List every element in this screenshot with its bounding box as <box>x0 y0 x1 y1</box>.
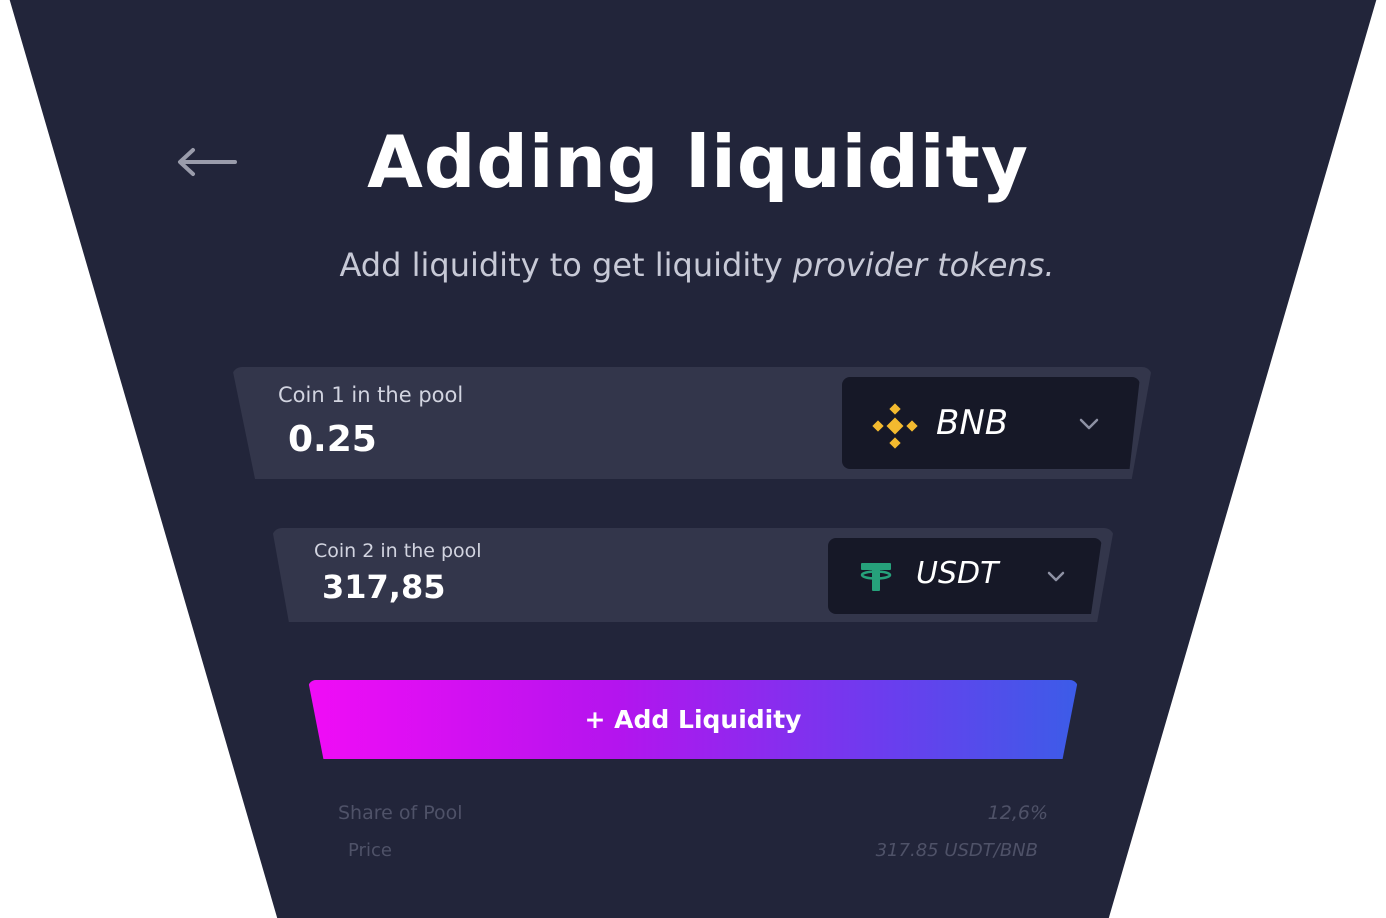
coin1-token-name: BNB <box>936 403 1009 443</box>
liquidity-card: Adding liquidity Add liquidity to get li… <box>9 0 1377 918</box>
page-subtitle: Add liquidity to get liquidity provider … <box>10 246 1377 284</box>
coin1-row: Coin 1 in the pool BNB <box>232 367 1152 479</box>
screen: Adding liquidity Add liquidity to get li… <box>0 0 1386 918</box>
share-of-pool-value: 12,6% <box>987 802 1048 824</box>
coin1-amount-input[interactable] <box>288 419 688 460</box>
share-of-pool-label: Share of Pool <box>338 802 463 824</box>
coin2-label: Coin 2 in the pool <box>314 540 482 562</box>
coin2-row: Coin 2 in the pool USDT <box>272 528 1114 622</box>
usdt-icon <box>860 563 892 591</box>
subtitle-emphasis: provider tokens. <box>792 246 1055 284</box>
page-title: Adding liquidity <box>367 120 1029 204</box>
add-liquidity-button[interactable]: + Add Liquidity <box>308 680 1078 759</box>
chevron-down-icon <box>1047 571 1065 582</box>
price-label: Price <box>348 840 392 861</box>
coin1-label: Coin 1 in the pool <box>278 383 464 407</box>
coin1-token-selector[interactable]: BNB <box>842 377 1140 469</box>
chevron-down-icon <box>1079 418 1099 430</box>
price-value: 317.85 USDT/BNB <box>875 840 1038 861</box>
bnb-icon <box>872 403 918 449</box>
coin2-amount-input[interactable] <box>322 568 722 606</box>
coin2-token-name: USDT <box>916 556 999 591</box>
subtitle-text: Add liquidity to get liquidity <box>339 246 783 284</box>
coin2-token-selector[interactable]: USDT <box>828 538 1102 614</box>
